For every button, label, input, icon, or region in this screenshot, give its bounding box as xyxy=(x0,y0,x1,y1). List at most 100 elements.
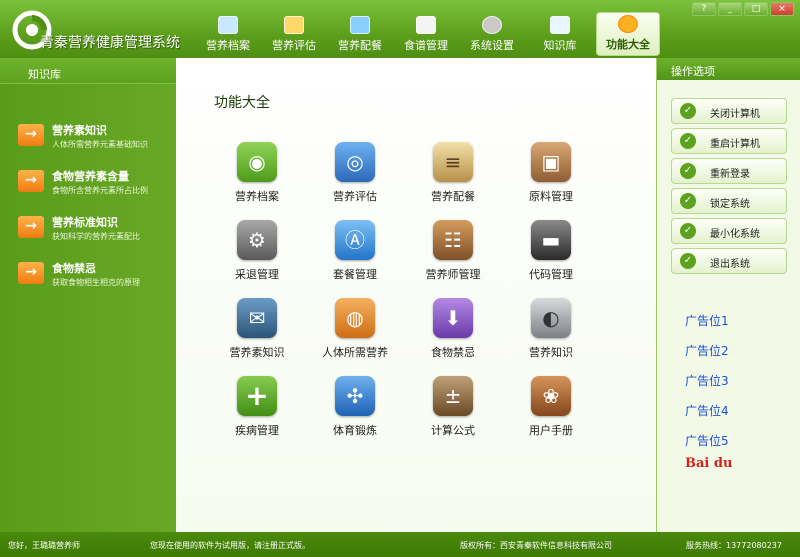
sidebar-item-nutrient-knowledge[interactable]: → 营养素知识 人体所需营养元素基础知识 xyxy=(18,122,174,162)
app-label: 营养评估 xyxy=(333,190,377,203)
close-button[interactable]: × xyxy=(770,2,794,16)
app-package-management[interactable]: Ⓐ 套餐管理 xyxy=(310,220,400,294)
app-nutrition-knowledge[interactable]: ◐ 营养知识 xyxy=(506,298,596,372)
operations-header: 操作选项 xyxy=(657,58,800,80)
sidebar-item-title: 营养标准知识 xyxy=(52,216,118,229)
plus-icon: + xyxy=(237,376,277,416)
page-title: 功能大全 xyxy=(214,95,270,111)
app-store-icon: Ⓐ xyxy=(335,220,375,260)
app-label: 套餐管理 xyxy=(333,268,377,281)
sidebar-item-nutrition-standards[interactable]: → 营养标准知识 获知科学的营养元素配比 xyxy=(18,214,174,254)
nav-label: 食谱管理 xyxy=(404,39,448,52)
nav-nutrition-profile[interactable]: 营养档案 xyxy=(196,14,260,56)
app-meal-plan[interactable]: ≡ 营养配餐 xyxy=(408,142,498,216)
arrow-right-icon: → xyxy=(18,262,44,284)
calculator-icon: ± xyxy=(433,376,473,416)
copyright-text: 版权所有：西安青秦软件信息科技有限公司 xyxy=(460,541,612,550)
nav-label: 知识库 xyxy=(543,39,577,52)
app-physical-exercise[interactable]: ✣ 体育锻炼 xyxy=(310,376,400,450)
minimize-system-button[interactable]: ✓ 最小化系统 xyxy=(671,218,787,244)
app-nutrition-assessment[interactable]: ◎ 营养评估 xyxy=(310,142,400,216)
shutdown-computer-button[interactable]: ✓ 关闭计算机 xyxy=(671,98,787,124)
app-label: 计算公式 xyxy=(431,424,475,437)
sidebar-item-title: 食物禁忌 xyxy=(52,262,96,275)
photo-corkboard-icon: ▣ xyxy=(531,142,571,182)
trial-notice: 您现在使用的软件为试用版，请注册正式版。 xyxy=(150,541,310,550)
arrow-right-icon: → xyxy=(18,216,44,238)
maximize-button[interactable]: □ xyxy=(744,2,768,16)
owl-icon: ◎ xyxy=(335,142,375,182)
app-nutrient-knowledge[interactable]: ✉ 营养素知识 xyxy=(212,298,302,372)
op-label: 退出系统 xyxy=(710,259,750,270)
tweet-bubble-icon: ✉ xyxy=(237,298,277,338)
baidu-logo[interactable]: Bai du xyxy=(685,456,732,471)
ad-slot-5[interactable]: 广告位5 xyxy=(685,432,729,449)
ipod-icon: ◍ xyxy=(335,298,375,338)
operations-panel: 操作选项 ✓ 关闭计算机 ✓ 重启计算机 ✓ 重新登录 ✓ 锁定系统 ✓ 最小化… xyxy=(656,58,800,532)
check-icon: ✓ xyxy=(680,223,696,239)
app-ingredient-management[interactable]: ▣ 原料管理 xyxy=(506,142,596,216)
nav-label: 系统设置 xyxy=(470,39,514,52)
app-label: 用户手册 xyxy=(529,424,573,437)
app-food-taboos[interactable]: ⬇ 食物禁忌 xyxy=(408,298,498,372)
app-label: 疾病管理 xyxy=(235,424,279,437)
nav-label: 营养评估 xyxy=(272,39,316,52)
profile-icon xyxy=(218,16,238,34)
greeting-text: 您好，王璐璐营养师 xyxy=(8,541,80,550)
sidebar-item-food-nutrient-content[interactable]: → 食物营养素含量 食物所含营养元素所占比例 xyxy=(18,168,174,208)
message-bubbles-icon: ◉ xyxy=(237,142,277,182)
app-title: 青秦营养健康管理系统 xyxy=(40,35,180,51)
check-icon: ✓ xyxy=(680,253,696,269)
app-disease-management[interactable]: + 疾病管理 xyxy=(212,376,302,450)
check-icon: ✓ xyxy=(680,133,696,149)
sidebar-item-food-taboos[interactable]: → 食物禁忌 获取食物相生相克的原理 xyxy=(18,260,174,300)
app-user-manual[interactable]: ❀ 用户手册 xyxy=(506,376,596,450)
nav-all-functions[interactable]: 功能大全 xyxy=(596,12,660,56)
sidebar-item-desc: 获知科学的营养元素配比 xyxy=(52,232,140,241)
sidebar-item-desc: 人体所需营养元素基础知识 xyxy=(52,140,148,149)
assessment-icon xyxy=(284,16,304,34)
app-dietitian-management[interactable]: ☷ 营养师管理 xyxy=(408,220,498,294)
app-purchase-return[interactable]: ⚙ 采退管理 xyxy=(212,220,302,294)
op-label: 最小化系统 xyxy=(710,229,760,240)
app-label: 营养配餐 xyxy=(431,190,475,203)
app-label: 营养档案 xyxy=(235,190,279,203)
app-label: 营养知识 xyxy=(529,346,573,359)
nav-nutrition-assessment[interactable]: 营养评估 xyxy=(262,14,326,56)
download-icon: ⬇ xyxy=(433,298,473,338)
sidebar-item-desc: 食物所含营养元素所占比例 xyxy=(52,186,148,195)
restart-computer-button[interactable]: ✓ 重启计算机 xyxy=(671,128,787,154)
nav-meal-plan[interactable]: 营养配餐 xyxy=(328,14,392,56)
op-label: 重启计算机 xyxy=(710,139,760,150)
app-label: 营养师管理 xyxy=(425,268,481,281)
lock-system-button[interactable]: ✓ 锁定系统 xyxy=(671,188,787,214)
ad-slot-2[interactable]: 广告位2 xyxy=(685,342,729,359)
baidu-wordmark: Bai du xyxy=(685,456,733,471)
ad-slot-1[interactable]: 广告位1 xyxy=(685,312,729,329)
recipe-icon xyxy=(416,16,436,34)
app-calculation-formulas[interactable]: ± 计算公式 xyxy=(408,376,498,450)
sunflower-icon xyxy=(618,15,638,33)
ad-slot-4[interactable]: 广告位4 xyxy=(685,402,729,419)
sidebar-item-desc: 获取食物相生相克的原理 xyxy=(52,278,140,287)
safe-icon: ◐ xyxy=(531,298,571,338)
app-nutrition-profile[interactable]: ◉ 营养档案 xyxy=(212,142,302,216)
nav-knowledge-base[interactable]: 知识库 xyxy=(528,14,592,56)
app-label: 体育锻炼 xyxy=(333,424,377,437)
nav-recipe-management[interactable]: 食谱管理 xyxy=(394,14,458,56)
app-body-nutrition-needs[interactable]: ◍ 人体所需营养 xyxy=(310,298,400,372)
exit-system-button[interactable]: ✓ 退出系统 xyxy=(671,248,787,274)
app-code-management[interactable]: ▬ 代码管理 xyxy=(506,220,596,294)
nav-system-settings[interactable]: 系统设置 xyxy=(460,14,524,56)
nav-label: 营养档案 xyxy=(206,39,250,52)
minimize-button[interactable]: _ xyxy=(718,2,742,16)
app-label: 代码管理 xyxy=(529,268,573,281)
gear-icon: ⚙ xyxy=(237,220,277,260)
check-icon: ✓ xyxy=(680,163,696,179)
help-button[interactable]: ? xyxy=(692,2,716,16)
gear-icon xyxy=(482,16,502,34)
sidebar-item-title: 营养素知识 xyxy=(52,124,107,137)
check-icon: ✓ xyxy=(680,103,696,119)
ad-slot-3[interactable]: 广告位3 xyxy=(685,372,729,389)
relogin-button[interactable]: ✓ 重新登录 xyxy=(671,158,787,184)
